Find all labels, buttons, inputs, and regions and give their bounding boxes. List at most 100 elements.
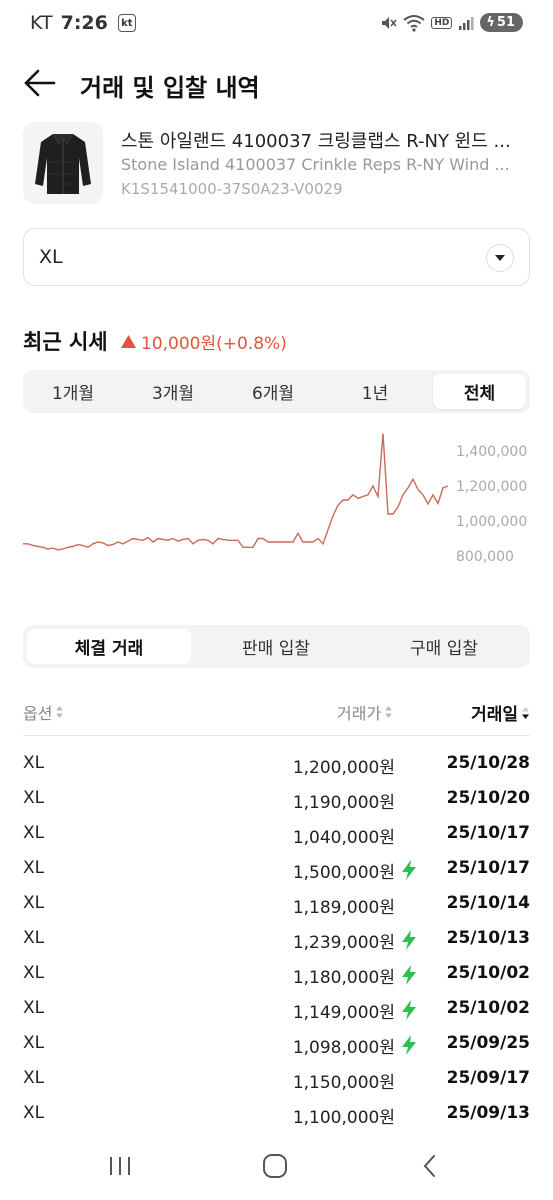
row-option: XL [23,1033,45,1053]
trade-list: XL 1,200,000원 25/10/28 XL 1,190,000원 25/10/20… [23,748,530,1133]
product-summary[interactable]: 스톤 아일랜드 4100037 크링클랩스 R-NY 윈드 ... Stone … [23,122,530,204]
table-row: XL 1,150,000원 25/09/17 [23,1063,530,1098]
wifi-icon [403,14,425,32]
row-date: 25/10/02 [446,998,530,1018]
price-chart: 1,400,000 1,200,000 1,000,000 800,000 [0,430,553,570]
row-price: 1,149,000원 [292,1003,395,1023]
home-button[interactable] [255,1148,295,1184]
price-line [23,433,449,551]
row-option: XL [23,753,45,773]
recent-apps-button[interactable] [100,1148,140,1184]
row-option: XL [23,788,45,808]
column-date-label: 거래일 [471,705,518,725]
carrier-badge-icon: kt [117,14,136,32]
row-date: 25/09/25 [446,1033,530,1053]
row-price: 1,180,000원 [292,968,395,988]
status-time: 7:26 [60,12,108,34]
row-date: 25/09/13 [446,1103,530,1123]
column-date[interactable]: 거래일 [471,700,530,725]
row-date: 25/10/13 [446,928,530,948]
page-title: 거래 및 입찰 내역 [80,74,260,102]
hd-badge: HD [431,16,453,29]
row-option: XL [23,858,45,878]
size-select-value: XL [39,246,63,268]
arrow-left-icon [24,69,56,97]
lightning-icon [402,1000,416,1020]
row-option: XL [23,893,45,913]
product-name-ko: 스톤 아일랜드 4100037 크링클랩스 R-NY 윈드 ... [121,131,511,152]
table-row: XL 1,189,000원 25/10/14 [23,888,530,923]
price-chart-svg: 1,400,000 1,200,000 1,000,000 800,000 [23,433,527,565]
table-row: XL 1,098,000원 25/09/25 [23,1028,530,1063]
product-name-en: Stone Island 4100037 Crinkle Reps R-NY W… [121,155,510,174]
row-price: 1,200,000원 [292,758,395,778]
tab-settled-trades[interactable]: 체결 거래 [27,629,191,664]
table-header: 옵션 거래가 거래일 [23,700,530,736]
lightning-icon [402,930,416,950]
lightning-icon [402,860,416,880]
back-button[interactable] [22,66,58,100]
triangle-up-icon [121,335,136,348]
price-change: 10,000원(+0.8%) [121,329,287,354]
period-tabs: 1개월 3개월 6개월 1년 전체 [23,370,530,413]
y-tick-label: 800,000 [456,549,514,565]
y-tick-label: 1,400,000 [456,444,527,460]
tab-1-year[interactable]: 1년 [329,374,421,409]
row-price: 1,040,000원 [292,828,395,848]
back-nav-button[interactable] [410,1148,450,1184]
status-right: HD ϟ 51 [379,13,523,32]
recent-price-title: 최근 시세 [23,330,108,354]
row-date: 25/10/14 [446,893,530,913]
row-option: XL [23,1103,45,1123]
system-nav-bar [0,1134,553,1200]
table-row: XL 1,149,000원 25/10/02 [23,993,530,1028]
row-date: 25/09/17 [446,1068,530,1088]
row-price: 1,100,000원 [292,1108,395,1128]
table-row: XL 1,500,000원 25/10/17 [23,853,530,888]
row-date: 25/10/02 [446,963,530,983]
y-tick-label: 1,000,000 [456,514,527,530]
row-price: 1,239,000원 [292,933,395,953]
sort-desc-icon [522,706,529,719]
row-option: XL [23,963,45,983]
column-option-label: 옵션 [23,704,53,723]
row-date: 25/10/28 [446,753,530,773]
lightning-icon [402,1035,416,1055]
tab-buy-bids[interactable]: 구매 입찰 [362,629,526,664]
column-option[interactable]: 옵션 [23,700,64,724]
row-option: XL [23,998,45,1018]
price-change-value: 10,000원(+0.8%) [141,334,287,354]
battery-badge: ϟ 51 [480,13,523,32]
home-icon [263,1154,287,1178]
column-price[interactable]: 거래가 [337,700,393,724]
charging-icon: ϟ [486,15,495,30]
row-price: 1,500,000원 [292,863,395,883]
tab-6-months[interactable]: 6개월 [227,374,319,409]
sort-icon [56,706,64,718]
sort-icon [385,706,393,718]
product-code: K1S1541000-37S0A23-V0029 [121,180,343,198]
row-price: 1,189,000원 [292,898,395,918]
column-price-label: 거래가 [337,704,382,723]
signal-icon [459,16,474,30]
tab-all[interactable]: 전체 [433,374,526,409]
tab-1-month[interactable]: 1개월 [27,374,119,409]
chevron-down-icon [486,244,514,272]
tab-sell-bids[interactable]: 판매 입찰 [194,629,358,664]
row-option: XL [23,823,45,843]
table-row: XL 1,040,000원 25/10/17 [23,818,530,853]
jacket-icon [35,133,91,194]
carrier-label: KT [30,12,53,34]
row-date: 25/10/17 [446,858,530,878]
status-left: KT 7:26 kt [30,12,136,34]
status-bar: KT 7:26 kt HD ϟ 51 [0,0,553,48]
row-price: 1,098,000원 [292,1038,395,1058]
chevron-left-icon [423,1155,435,1177]
y-tick-label: 1,200,000 [456,479,527,495]
tab-3-months[interactable]: 3개월 [127,374,219,409]
table-row: XL 1,200,000원 25/10/28 [23,748,530,783]
trade-tabs: 체결 거래 판매 입찰 구매 입찰 [23,625,530,668]
size-select[interactable]: XL [23,228,530,286]
row-date: 25/10/20 [446,788,530,808]
row-price: 1,150,000원 [292,1073,395,1093]
